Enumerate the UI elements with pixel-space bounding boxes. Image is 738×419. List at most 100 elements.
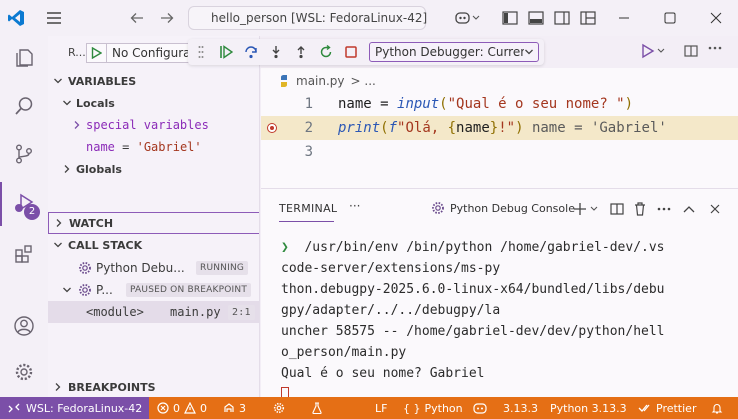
maximize-panel-icon[interactable] bbox=[680, 200, 698, 218]
terminal-line: gpy/adapter/../../debugpy/la bbox=[281, 303, 501, 318]
breakpoint-marker-icon[interactable] bbox=[267, 123, 277, 133]
back-arrow-icon[interactable] bbox=[127, 8, 147, 28]
python-version[interactable]: 3.13.3 bbox=[503, 397, 538, 419]
toggle-sidebar-icon[interactable] bbox=[500, 8, 520, 28]
run-debug-icon[interactable]: 2 bbox=[0, 182, 48, 226]
debug-toolbar: Python Debugger: Current File bbox=[188, 39, 544, 65]
step-into-icon bbox=[272, 46, 279, 59]
call-stack-thread-running[interactable]: Python Debu... RUNNING bbox=[48, 257, 259, 279]
remote-icon bbox=[8, 402, 20, 414]
layout-icon[interactable] bbox=[578, 8, 598, 28]
problems-indicator[interactable]: 0 0 bbox=[157, 397, 207, 419]
python-interpreter[interactable]: Python 3.13.3 bbox=[550, 397, 627, 419]
eol-indicator[interactable]: LF bbox=[375, 397, 387, 419]
new-terminal-button[interactable] bbox=[571, 200, 601, 218]
debug-gear-icon[interactable] bbox=[273, 397, 289, 419]
terminal-line: o_person/main.py bbox=[281, 345, 407, 360]
call-stack-thread-paused[interactable]: P... PAUSED ON BREAKPOINT bbox=[48, 279, 259, 301]
toggle-secondary-sidebar-icon[interactable] bbox=[552, 8, 572, 28]
double-check-icon bbox=[638, 404, 650, 412]
debug-session-select[interactable]: Python Debugger: Current File bbox=[369, 42, 539, 62]
run-file-button[interactable] bbox=[640, 43, 666, 59]
notifications-bell-icon[interactable] bbox=[711, 397, 727, 419]
chevron-down-icon bbox=[62, 98, 76, 108]
toggle-panel-icon[interactable] bbox=[526, 8, 546, 28]
call-stack-section-header[interactable]: CALL STACK bbox=[48, 234, 259, 256]
close-panel-icon[interactable] bbox=[706, 200, 724, 218]
prettier-indicator[interactable]: Prettier bbox=[638, 397, 696, 419]
step-out-button[interactable] bbox=[288, 40, 313, 64]
command-center-text: hello_person [WSL: FedoraLinux-42] bbox=[211, 11, 428, 25]
chevron-right-icon bbox=[49, 218, 69, 228]
breakpoints-section-header[interactable]: BREAKPOINTS bbox=[48, 376, 259, 397]
status-badge: RUNNING bbox=[196, 261, 249, 275]
accounts-icon[interactable] bbox=[0, 304, 48, 348]
chevron-right-icon bbox=[72, 120, 86, 130]
stop-icon bbox=[344, 46, 357, 58]
ports-indicator[interactable]: 3 bbox=[223, 397, 246, 419]
special-variables-item[interactable]: special variables bbox=[48, 114, 259, 136]
restart-icon bbox=[320, 45, 331, 58]
terminal-line: uncher 58575 -- /home/gabriel-dev/dev/py… bbox=[281, 324, 665, 339]
manage-gear-icon[interactable] bbox=[0, 350, 48, 394]
split-terminal-icon[interactable] bbox=[608, 200, 626, 218]
search-view-icon[interactable] bbox=[0, 84, 48, 128]
editor: main.py > ... 1 name = input("Qual é o s… bbox=[261, 68, 738, 188]
continue-icon bbox=[219, 45, 233, 59]
trash-icon[interactable] bbox=[631, 200, 649, 218]
drag-handle-icon[interactable] bbox=[188, 40, 213, 64]
variables-section-header[interactable]: VARIABLES bbox=[48, 70, 259, 92]
forward-arrow-icon[interactable] bbox=[157, 8, 177, 28]
split-editor-icon[interactable] bbox=[684, 45, 698, 57]
explorer-icon[interactable] bbox=[0, 36, 48, 80]
panel-more-tabs[interactable]: ··· bbox=[349, 199, 360, 213]
terminal-output[interactable]: ❯ /usr/bin/env /bin/python /home/gabriel… bbox=[281, 237, 733, 405]
tab-terminal[interactable]: TERMINAL bbox=[279, 202, 337, 215]
code-line-1[interactable]: 1 name = input("Qual é o seu nome? ") bbox=[261, 92, 738, 116]
more-actions-icon[interactable] bbox=[708, 46, 722, 50]
step-over-button[interactable] bbox=[238, 40, 263, 64]
chevron-right-icon bbox=[62, 164, 76, 174]
chevron-down-icon bbox=[48, 240, 68, 250]
chevron-right-icon bbox=[48, 382, 68, 392]
terminal-instance-title[interactable]: Python Debug Console bbox=[431, 201, 575, 215]
start-debugging-button[interactable] bbox=[86, 43, 106, 63]
language-mode[interactable]: { } Python bbox=[403, 397, 463, 419]
command-center-search[interactable]: hello_person [WSL: FedoraLinux-42] bbox=[188, 6, 428, 30]
run-view-title: R... bbox=[68, 46, 86, 59]
menu-icon[interactable] bbox=[44, 8, 64, 28]
scope-locals[interactable]: Locals bbox=[48, 92, 259, 114]
stack-frame-row[interactable]: <module> main.py 2:1 bbox=[48, 301, 259, 323]
terminal-line: Qual é o seu nome? Gabriel bbox=[281, 366, 485, 381]
watch-section-header[interactable]: WATCH bbox=[48, 212, 259, 234]
panel: TERMINAL ··· Python Debug Console ❯ /usr… bbox=[261, 188, 738, 403]
copilot-icon[interactable] bbox=[452, 8, 482, 28]
restart-button[interactable] bbox=[313, 40, 338, 64]
panel-tabs: TERMINAL ··· Python Debug Console bbox=[261, 189, 738, 229]
extensions-icon[interactable] bbox=[0, 232, 48, 276]
continue-button[interactable] bbox=[213, 40, 238, 64]
more-actions-icon[interactable] bbox=[655, 200, 673, 218]
stop-button[interactable] bbox=[338, 40, 363, 64]
copilot-status-icon[interactable] bbox=[473, 397, 491, 419]
chevron-down-icon bbox=[48, 76, 68, 86]
maximize-icon[interactable] bbox=[660, 8, 680, 28]
code-line-2-current[interactable]: 2 print(f"Olá, {name}!") name = 'Gabriel… bbox=[261, 116, 738, 140]
step-into-button[interactable] bbox=[263, 40, 288, 64]
variable-name-row[interactable]: name = 'Gabriel' bbox=[48, 136, 259, 158]
terminal-line: thon.debugpy-2025.6.0-linux-x64/bundled/… bbox=[281, 282, 665, 297]
test-runner-icon[interactable] bbox=[311, 397, 327, 419]
error-icon bbox=[157, 402, 169, 414]
ports-icon bbox=[224, 403, 234, 412]
close-icon[interactable] bbox=[706, 8, 726, 28]
source-control-icon[interactable] bbox=[0, 132, 48, 176]
breadcrumb-file[interactable]: main.py bbox=[296, 74, 345, 88]
inline-debug-value: name = 'Gabriel' bbox=[531, 120, 667, 136]
code-line-3[interactable]: 3 bbox=[261, 140, 738, 164]
launch-config-select[interactable]: No Configurations bbox=[106, 43, 192, 63]
scope-globals[interactable]: Globals bbox=[48, 158, 259, 180]
play-icon bbox=[642, 43, 665, 59]
vscode-logo-icon bbox=[6, 8, 26, 28]
minimize-icon[interactable] bbox=[614, 8, 634, 28]
remote-indicator[interactable]: WSL: FedoraLinux-42 bbox=[0, 397, 149, 419]
